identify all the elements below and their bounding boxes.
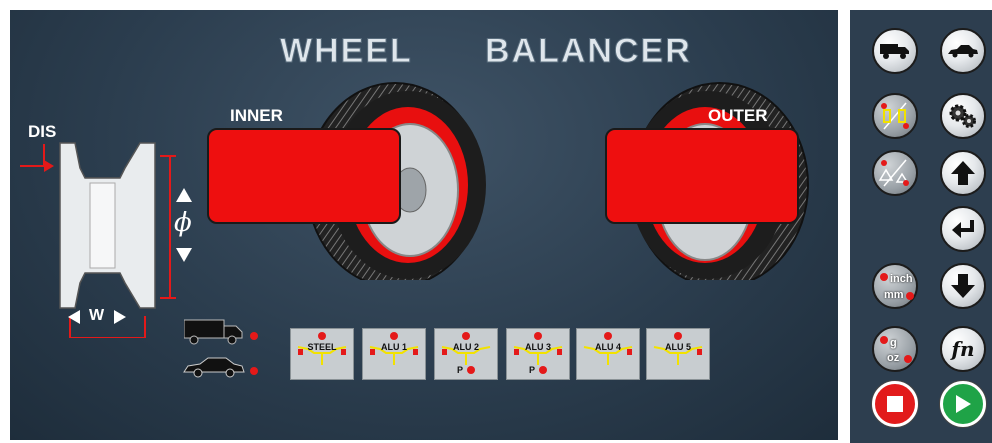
rim-p-label: P (457, 365, 464, 375)
rim-type-button-alu4[interactable]: ALU 4 (576, 328, 640, 380)
stop-icon (887, 396, 903, 412)
width-label: W (89, 307, 105, 324)
rim-type-label: ALU 3 (524, 342, 551, 352)
rim-type-label: ALU 5 (664, 342, 691, 352)
oz-indicator (904, 355, 912, 363)
truck-indicator-icon (184, 319, 243, 345)
rim-gauge-button[interactable] (872, 93, 918, 139)
truck-icon (880, 44, 909, 59)
title-word-1: WHEEL (280, 32, 413, 71)
inch-indicator (880, 273, 888, 281)
app-title: WHEEL BALANCER (280, 32, 750, 72)
weight-position-button[interactable] (872, 150, 918, 196)
settings-button[interactable] (940, 93, 986, 139)
inner-label: INNER (230, 106, 283, 125)
outer-display (605, 128, 799, 224)
inch-label: inch (890, 273, 913, 285)
diameter-symbol: ϕ (174, 208, 192, 238)
car-icon (948, 45, 978, 58)
arrow-up-button[interactable] (940, 150, 986, 196)
enter-icon (952, 220, 974, 238)
mm-indicator (906, 292, 914, 300)
title-word-2: BALANCER (485, 32, 692, 71)
g-indicator (880, 336, 888, 344)
rim-type-button-alu2[interactable]: ALU 2 P (434, 328, 498, 380)
gear-icon (949, 104, 976, 128)
rim-type-button-steel[interactable]: STEEL (290, 328, 354, 380)
rim-p-label: P (529, 365, 536, 375)
weight-position-icon (878, 159, 909, 187)
outer-label: OUTER (708, 106, 768, 125)
truck-mode-button[interactable] (872, 28, 918, 74)
width-left-icon (68, 310, 80, 324)
rim-p-indicator (467, 366, 475, 374)
rim-type-label: ALU 1 (380, 342, 407, 352)
car-indicator-light (250, 367, 258, 375)
enter-button[interactable] (940, 206, 986, 252)
rim-p-indicator (539, 366, 547, 374)
rim-type-button-alu1[interactable]: ALU 1 (362, 328, 426, 380)
arrow-down-button[interactable] (940, 263, 986, 309)
diameter-up-icon (176, 188, 192, 202)
play-icon (956, 395, 971, 413)
unit-inch-mm-button[interactable]: inch mm (872, 263, 918, 309)
side-controls: inch mm g oz fn (850, 10, 992, 443)
rim-gauge-icon (881, 102, 909, 130)
arrow-down-icon (951, 274, 975, 298)
rim-type-label: STEEL (307, 342, 337, 352)
diameter-down-icon (176, 248, 192, 262)
unit-g-oz-button[interactable]: g oz (872, 326, 918, 372)
stop-button[interactable] (872, 381, 918, 427)
rim-type-button-alu5[interactable]: ALU 5 (646, 328, 710, 380)
arrow-up-icon (951, 161, 975, 185)
function-button[interactable]: fn (940, 326, 986, 372)
mm-label: mm (884, 289, 904, 301)
car-indicator-icon (183, 357, 245, 378)
control-panel: WHEEL BALANCER INNER OUTER DIS ϕ W STEEL… (10, 10, 838, 440)
fn-icon: fn (951, 337, 975, 361)
inner-display (207, 128, 401, 224)
width-right-icon (114, 310, 126, 324)
rim-type-button-alu3[interactable]: ALU 3 P (506, 328, 570, 380)
car-mode-button[interactable] (940, 28, 986, 74)
rim-type-label: ALU 4 (594, 342, 621, 352)
g-label: g (890, 337, 897, 349)
start-button[interactable] (940, 381, 986, 427)
oz-label: oz (887, 352, 900, 364)
truck-indicator-light (250, 332, 258, 340)
width-indicator: W (68, 307, 138, 327)
rim-type-label: ALU 2 (452, 342, 479, 352)
